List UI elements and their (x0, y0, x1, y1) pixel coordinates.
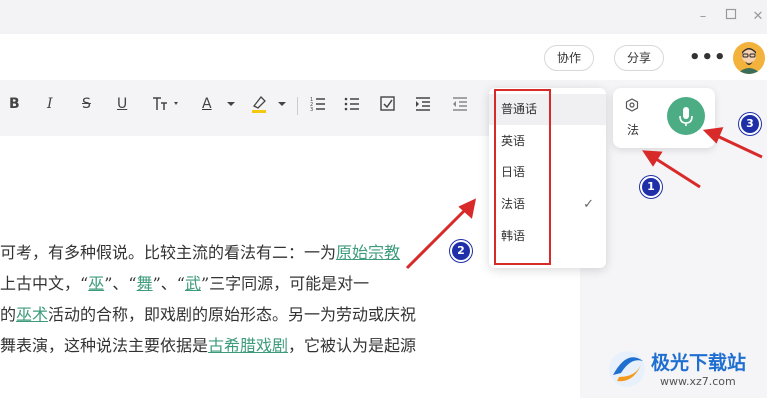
arrow-3 (714, 133, 763, 159)
annotation-badge-2: 2 (450, 240, 472, 262)
annotation-arrows (405, 127, 763, 270)
arrow-3-head (702, 127, 724, 144)
watermark-name: 极光下载站 (651, 352, 747, 374)
arrow-1-head (642, 150, 663, 167)
watermark-logo-icon (605, 347, 649, 395)
watermark-url: www.xz7.com (660, 375, 736, 388)
annotation-badge-1: 1 (640, 176, 662, 198)
annotation-badge-3: 3 (739, 113, 761, 135)
